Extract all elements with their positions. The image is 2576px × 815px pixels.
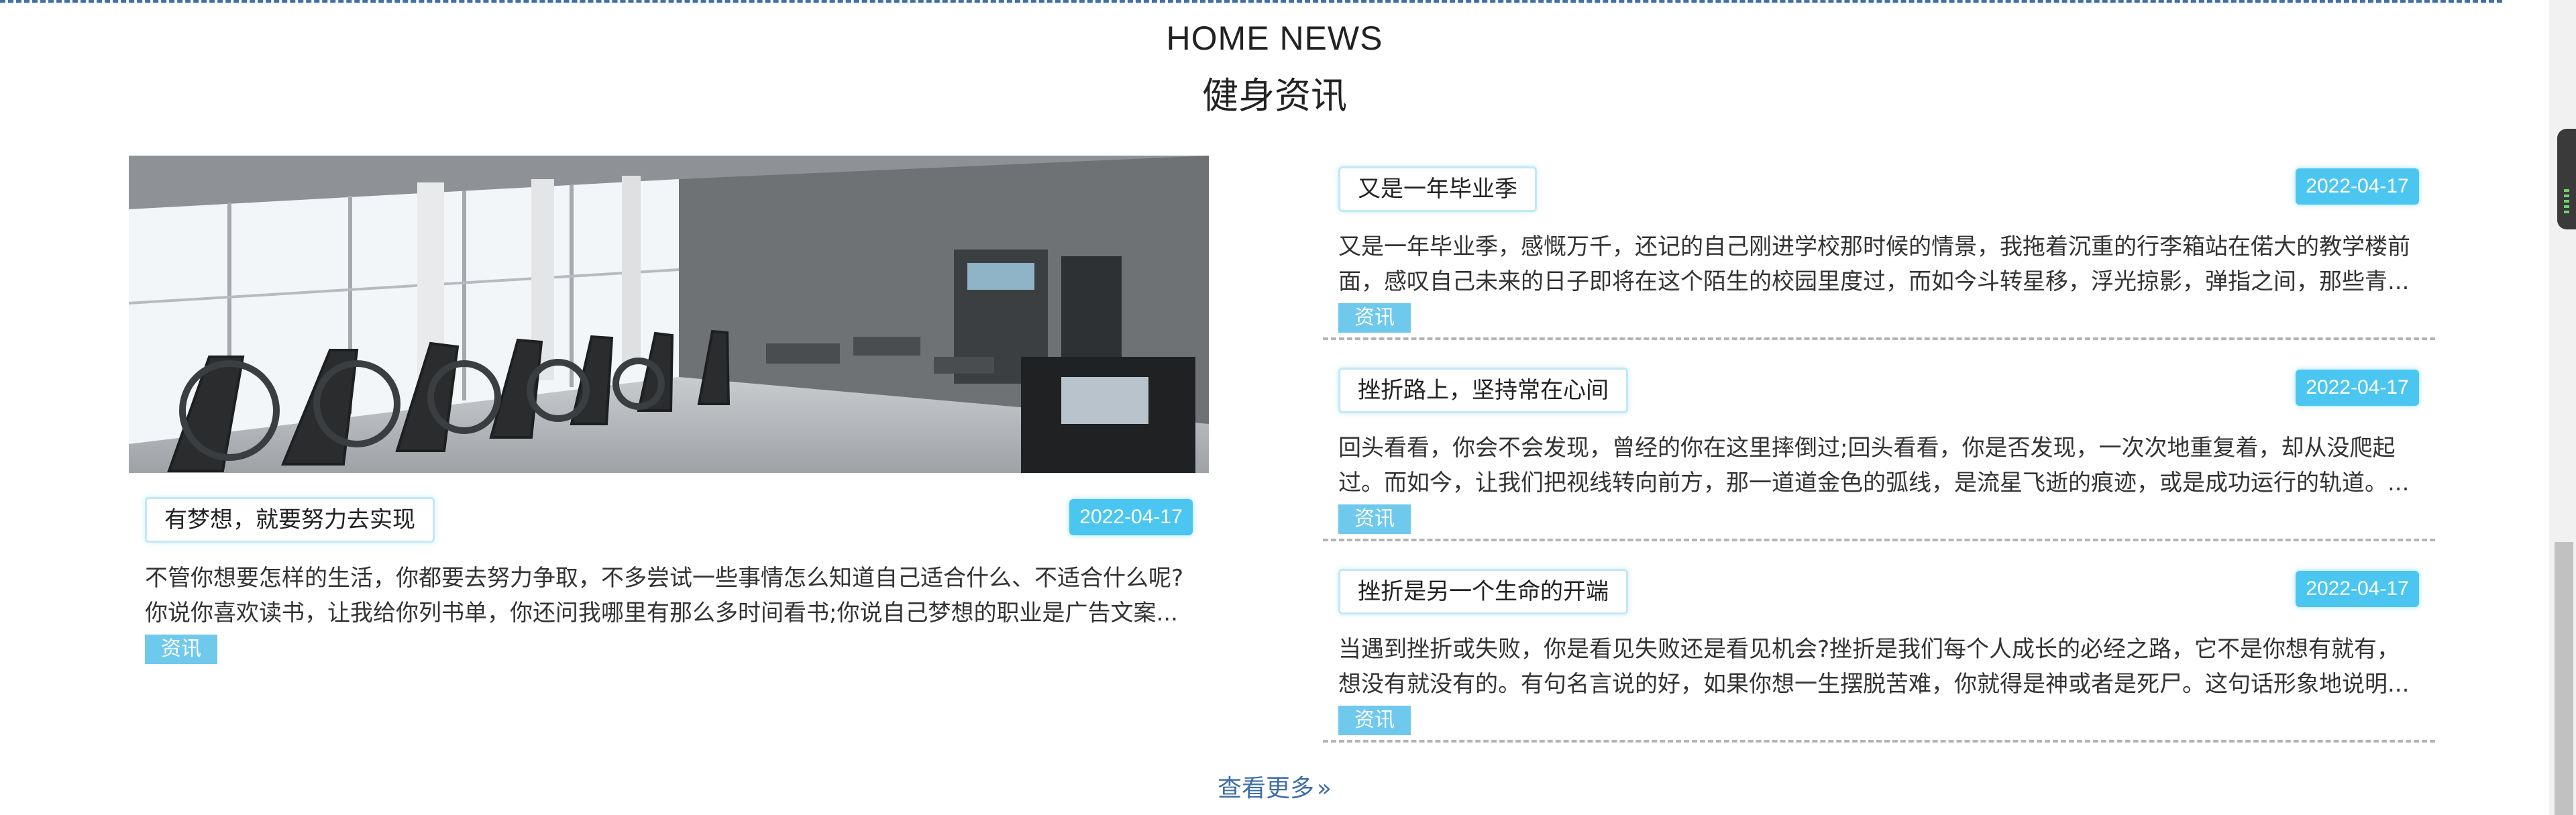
view-more-link[interactable]: 查看更多» bbox=[0, 769, 2549, 804]
gym-photo-illustration bbox=[129, 156, 1209, 473]
news-item-1-date: 2022-04-17 bbox=[2296, 168, 2419, 205]
top-dashed-border bbox=[0, 0, 2502, 3]
section-title-zh: 健身资讯 bbox=[1202, 74, 1347, 117]
news-item-1-summary-line2: 面，感叹自己未来的日子即将在这个陌生的校园里度过，而如今斗转星移，浮光掠影，弹指… bbox=[1338, 268, 2410, 295]
news-item-2-date: 2022-04-17 bbox=[2296, 370, 2419, 406]
widget-indicator-icon bbox=[2564, 189, 2569, 216]
news-item-1-summary-line1: 又是一年毕业季，感慨万千，还记的自己刚进学校那时候的情景，我拖着沉重的行李箱站在… bbox=[1338, 233, 2410, 260]
news-item-1-tag[interactable]: 资讯 bbox=[1338, 303, 1411, 333]
news-item-1-divider bbox=[1323, 337, 2435, 340]
news-item-3-title[interactable]: 挫折是另一个生命的开端 bbox=[1338, 569, 1628, 614]
news-item-3-divider bbox=[1323, 740, 2435, 743]
featured-article-title[interactable]: 有梦想，就要努力去实现 bbox=[145, 497, 435, 543]
featured-article-summary-line2: 你说你喜欢读书，让我给你列书单，你还问我哪里有那么多时间看书;你说自己梦想的职业… bbox=[145, 600, 1178, 627]
news-item-2-summary-line1: 回头看看，你会不会发现，曾经的你在这里摔倒过;回头看看，你是否发现，一次次地重复… bbox=[1338, 435, 2396, 461]
featured-gym-image[interactable] bbox=[129, 156, 1209, 473]
news-item-3-tag[interactable]: 资讯 bbox=[1338, 706, 1411, 735]
news-item-2-title[interactable]: 挫折路上，坚持常在心间 bbox=[1338, 368, 1628, 413]
news-item-1-title[interactable]: 又是一年毕业季 bbox=[1338, 166, 1537, 212]
news-item-2-tag[interactable]: 资讯 bbox=[1338, 504, 1411, 534]
double-chevron-right-icon: » bbox=[1316, 775, 1332, 802]
news-item-3-date: 2022-04-17 bbox=[2296, 571, 2419, 607]
news-item-2-summary-line2: 过。而如今，让我们把视线转向前方，那一道道金色的弧线，是流星飞逝的痕迹，或是成功… bbox=[1338, 470, 2410, 496]
page-scrollbar-thumb[interactable] bbox=[2555, 542, 2573, 815]
news-item-2-divider bbox=[1323, 539, 2435, 541]
section-title-en: HOME NEWS bbox=[1166, 19, 1383, 57]
news-item-3-summary-line2: 想没有就没有的。有句名言说的好，如果你想一生摆脱苦难，你就得是神或者是死尸。这句… bbox=[1338, 671, 2410, 698]
featured-article-summary-line1: 不管你想要怎样的生活，你都要去努力争取，不多尝试一些事情怎么知道自己适合什么、不… bbox=[145, 565, 1184, 592]
featured-article-tag[interactable]: 资讯 bbox=[145, 635, 217, 664]
view-more-label: 查看更多 bbox=[1217, 775, 1314, 802]
featured-article-date: 2022-04-17 bbox=[1069, 499, 1193, 535]
news-item-3-summary-line1: 当遇到挫折或失败，你是看见失败还是看见机会?挫折是我们每个人成长的必经之路，它不… bbox=[1338, 636, 2400, 663]
side-floating-widget[interactable] bbox=[2557, 129, 2576, 229]
